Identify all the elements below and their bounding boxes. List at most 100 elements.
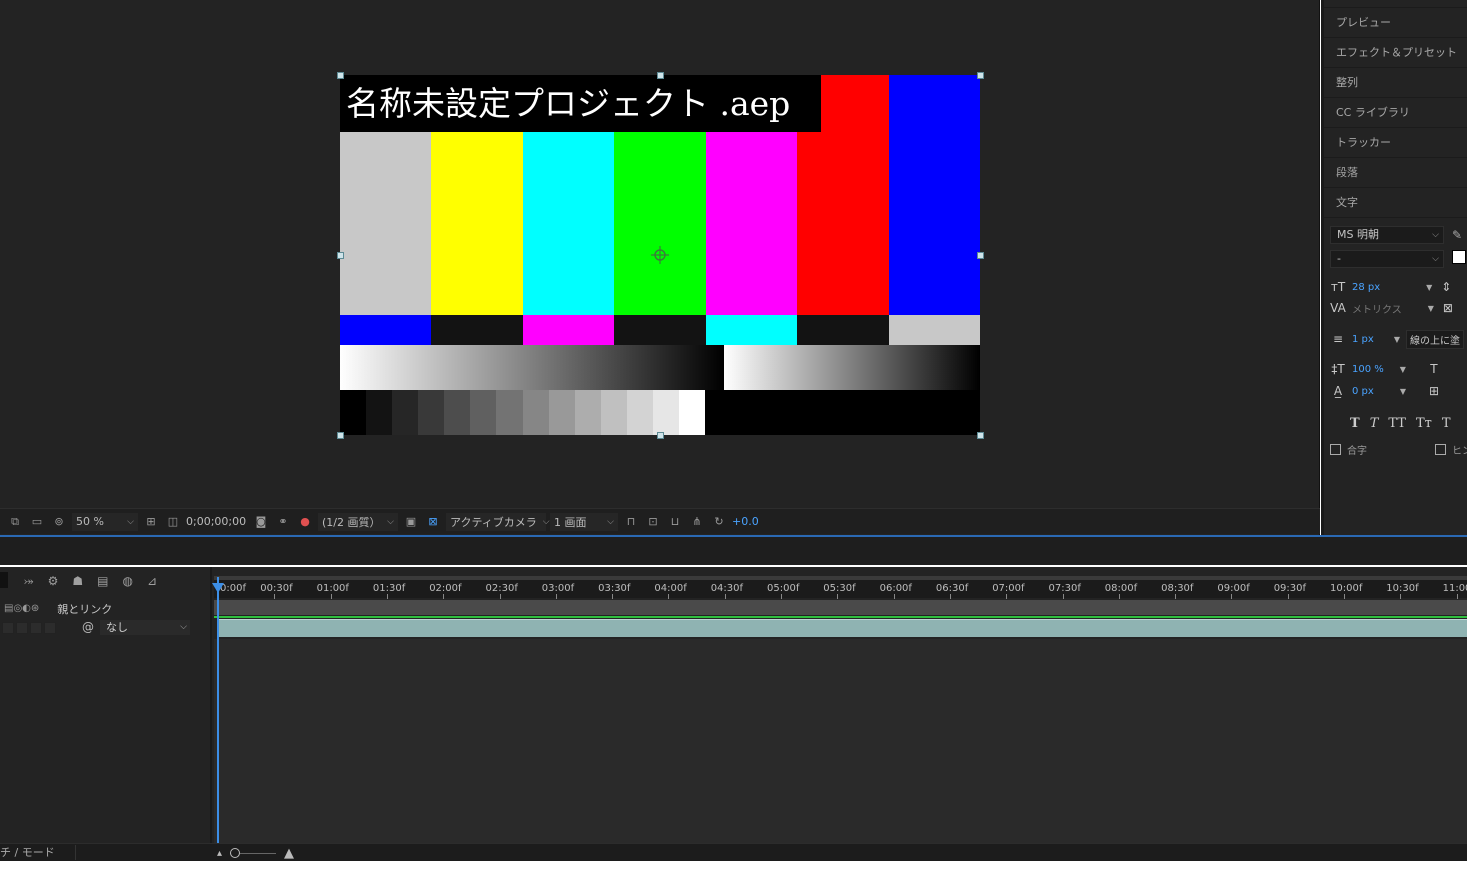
pick-whip-icon[interactable]: @ <box>82 620 94 634</box>
ligature-checkbox[interactable] <box>1330 443 1341 455</box>
transform-handle[interactable] <box>337 432 344 439</box>
anchor-point-icon[interactable] <box>650 245 670 265</box>
timecode-display[interactable]: 0;00;00;00 <box>186 515 248 528</box>
always-preview-icon[interactable]: ⧉ <box>6 514 24 530</box>
transform-handle[interactable] <box>977 252 984 259</box>
ruler-tick-mark <box>668 594 670 599</box>
color-bar-mid <box>797 315 890 345</box>
av-switches-icon: ▤◎◐⊛ <box>4 603 40 614</box>
text-style-button[interactable]: T <box>1442 416 1451 431</box>
color-channels-icon[interactable]: ● <box>296 514 314 530</box>
vr-icon[interactable]: ⊚ <box>50 514 68 530</box>
composition-viewer[interactable]: 名称未設定プロジェクト .aep <box>0 0 1320 535</box>
toggle-view-icon[interactable]: ⊓ <box>622 514 640 530</box>
triangle-down-icon[interactable]: ▼ <box>1426 283 1432 292</box>
baseline-value[interactable]: 0 px <box>1352 386 1374 397</box>
transparency-grid-icon[interactable]: ⊠ <box>424 514 442 530</box>
gray-step <box>548 390 576 435</box>
ruler-tick-label: 06:00f <box>879 583 912 594</box>
triangle-down-icon[interactable]: ▼ <box>1400 387 1406 396</box>
panel-tab-item[interactable]: CC ライブラリ <box>1324 98 1467 128</box>
zoom-slider[interactable] <box>230 848 277 858</box>
text-style-button[interactable]: T <box>1370 416 1379 431</box>
exposure-value[interactable]: +0.0 <box>732 515 759 528</box>
text-style-button[interactable]: T <box>1350 416 1360 431</box>
stroke-mode-dropdown[interactable]: 線の上に塗 <box>1405 329 1464 349</box>
zoom-dropdown[interactable]: 50 % ⌵ <box>72 512 138 531</box>
monitor-icon[interactable]: ▭ <box>28 514 46 530</box>
time-ruler[interactable]: 0:00f 00:30f 01:00f 01:30f 02:00f 02:30f 03:00… <box>214 576 1467 599</box>
mask-icon[interactable]: ◫ <box>164 514 182 530</box>
timeline-panel: ⤖ ⚙ ☗ ▤ ◍ ⊿ ▤◎◐⊛ 親とリンク @ なし ⌵ 0:00f 00:30f… <box>0 567 1467 860</box>
vertical-scale-value[interactable]: 100 % <box>1352 364 1384 375</box>
hindi-digits-checkbox[interactable] <box>1435 443 1446 455</box>
draft-3d-icon[interactable]: ⚙ <box>48 574 59 588</box>
track-area[interactable] <box>214 639 1467 848</box>
triangle-down-icon[interactable]: ▼ <box>1428 304 1434 313</box>
playhead[interactable] <box>217 577 219 847</box>
frame-blending-icon[interactable]: ▤ <box>97 574 108 588</box>
camera-icon[interactable]: ◙ <box>252 514 270 530</box>
shy-layers-icon[interactable]: ☗ <box>72 574 83 588</box>
timeline-icon[interactable]: ⊔ <box>666 514 684 530</box>
triangle-down-icon[interactable]: ▼ <box>1400 365 1406 374</box>
transform-handle[interactable] <box>977 432 984 439</box>
audio-switch[interactable] <box>16 621 28 634</box>
panel-tab-item[interactable]: プレビュー <box>1324 8 1467 38</box>
panel-tab-item[interactable]: 文字 <box>1324 188 1467 218</box>
resolution-dropdown[interactable]: (1/2 画質） ⌵ <box>318 512 398 531</box>
font-size-value[interactable]: 28 px <box>1352 282 1380 293</box>
layer-row[interactable]: @ なし ⌵ <box>0 619 212 636</box>
views-dropdown[interactable]: 1 画面 ⌵ <box>550 512 618 531</box>
panel-tab-item[interactable]: 整列 <box>1324 68 1467 98</box>
reset-exposure-icon[interactable]: ↻ <box>710 514 728 530</box>
text-layer-title[interactable]: 名称未設定プロジェクト .aep <box>340 75 821 132</box>
timeline-zoom: ▴ ▲ <box>217 846 294 861</box>
transform-handle[interactable] <box>337 252 344 259</box>
triangle-down-icon[interactable]: ▼ <box>1394 335 1400 344</box>
text-style-button[interactable]: Tт <box>1416 416 1432 431</box>
eyedropper-icon[interactable]: ✎ <box>1452 228 1462 242</box>
font-style-dropdown[interactable]: - ⌵ <box>1330 250 1444 268</box>
kerning-value[interactable]: メトリクス <box>1352 301 1402 316</box>
transform-handle[interactable] <box>977 72 984 79</box>
region-of-interest-icon[interactable]: ▣ <box>402 514 420 530</box>
flowchart-icon[interactable]: ⋔ <box>688 514 706 530</box>
zoom-in-icon[interactable]: ▲ <box>284 846 294 861</box>
text-style-button[interactable]: TT <box>1388 416 1406 431</box>
fit-icon[interactable]: ⊞ <box>142 514 160 530</box>
panel-tab-item[interactable]: トラッカー <box>1324 128 1467 158</box>
layer-duration-bar[interactable] <box>218 619 1467 637</box>
ruler-tick-label: 06:30f <box>935 583 969 594</box>
gradient-bar-left <box>340 345 724 390</box>
graph-editor-icon[interactable]: ⊿ <box>147 574 157 588</box>
fast-preview-icon[interactable]: ⊡ <box>644 514 662 530</box>
panel-tab-item[interactable]: 段落 <box>1324 158 1467 188</box>
right-panel: プレビュー エフェクト＆プリセット 整列 CC ライブラリ トラッカー 段落 文字 MS 明… <box>1321 0 1467 535</box>
lock-switch[interactable] <box>44 621 56 634</box>
zoom-slider-knob[interactable] <box>230 848 241 858</box>
transform-handle[interactable] <box>657 432 664 439</box>
panel-tab-item[interactable]: エフェクト＆プリセット <box>1324 38 1467 68</box>
work-area-bar[interactable] <box>214 600 1467 615</box>
chevron-down-icon: ⌵ <box>127 516 134 527</box>
solo-switch[interactable] <box>30 621 42 634</box>
toggle-switches-modes[interactable]: チ / モード <box>0 845 76 860</box>
playhead-handle[interactable] <box>212 583 224 593</box>
font-family-dropdown[interactable]: MS 明朝 ⌵ <box>1330 226 1444 244</box>
ruler-tick-label: 02:30f <box>485 583 518 594</box>
zoom-out-icon[interactable]: ▴ <box>217 848 222 859</box>
parent-dropdown[interactable]: なし ⌵ <box>100 620 190 635</box>
camera-dropdown[interactable]: アクティブカメラ ⌵ <box>446 512 550 531</box>
video-switch[interactable] <box>2 621 14 634</box>
fill-color-swatch[interactable] <box>1452 250 1466 264</box>
kerning-row: VA メトリクス ▼ ⊠ <box>1330 299 1456 317</box>
transform-handle[interactable] <box>337 72 344 79</box>
show-snapshot-icon[interactable]: ⚭ <box>274 514 292 530</box>
motion-blur-icon[interactable]: ◍ <box>122 574 132 588</box>
ruler-tick-label: 11:00 <box>1442 583 1467 594</box>
ruler-tick-label: 10:30f <box>1386 583 1419 594</box>
composition-flowchart-icon[interactable]: ⤖ <box>24 574 34 589</box>
stroke-width-value[interactable]: 1 px <box>1352 334 1374 345</box>
transform-handle[interactable] <box>657 72 664 79</box>
